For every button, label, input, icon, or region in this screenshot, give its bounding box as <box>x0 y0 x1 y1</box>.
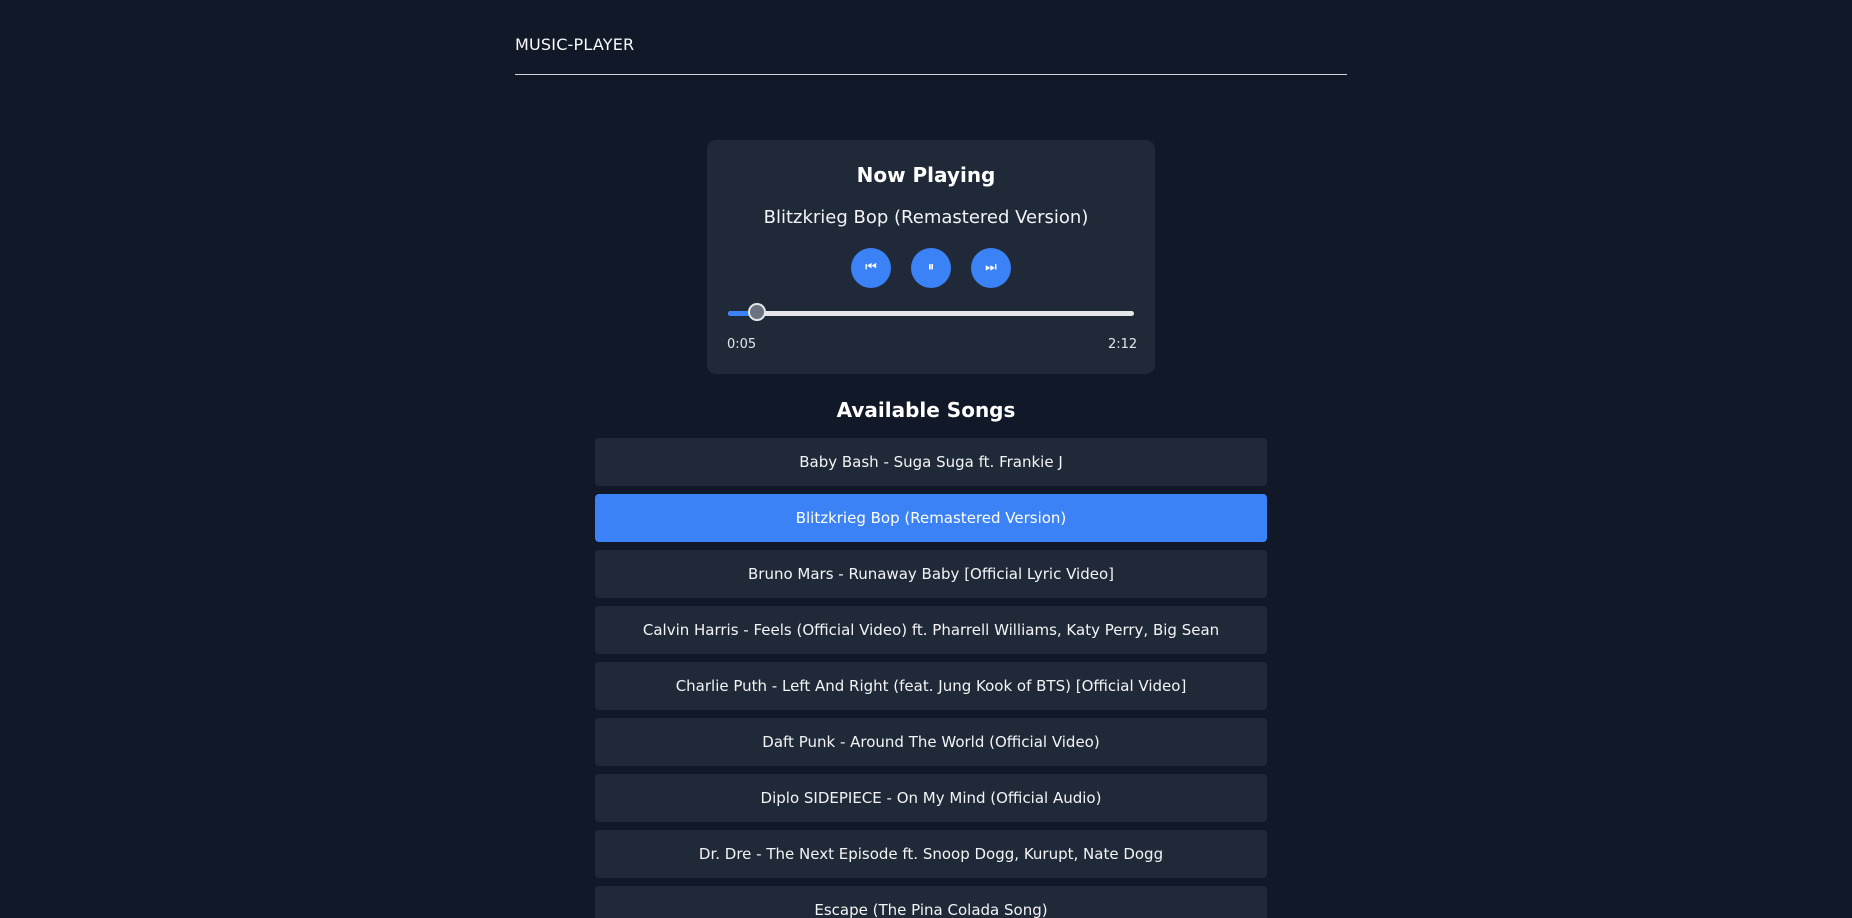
skip-next-icon: ⏭ <box>985 260 997 275</box>
current-song-title: Blitzkrieg Bop (Remastered Version) <box>763 207 1089 228</box>
song-item[interactable]: Baby Bash - Suga Suga ft. Frankie J <box>595 438 1267 486</box>
song-item[interactable]: Bruno Mars - Runaway Baby [Official Lyri… <box>595 550 1267 598</box>
song-item[interactable]: Diplo SIDEPIECE - On My Mind (Official A… <box>595 774 1267 822</box>
seek-slider-thumb[interactable] <box>748 303 766 321</box>
pause-icon: ⏸ <box>927 260 935 275</box>
seek-slider-track[interactable] <box>728 311 1134 316</box>
song-list: Baby Bash - Suga Suga ft. Frankie J Blit… <box>595 438 1267 918</box>
elapsed-time: 0:05 <box>727 337 757 352</box>
skip-previous-icon: ⏮ <box>865 260 877 275</box>
song-item[interactable]: Dr. Dre - The Next Episode ft. Snoop Dog… <box>595 830 1267 878</box>
song-item[interactable]: Escape (The Pina Colada Song) <box>595 886 1267 918</box>
song-item[interactable]: Daft Punk - Around The World (Official V… <box>595 718 1267 766</box>
music-player-app: MUSIC-PLAYER Now Playing Blitzkrieg Bop … <box>0 0 1852 918</box>
song-item[interactable]: Blitzkrieg Bop (Remastered Version) <box>595 494 1267 542</box>
song-item[interactable]: Calvin Harris - Feels (Official Video) f… <box>595 606 1267 654</box>
total-duration: 2:12 <box>1108 337 1138 352</box>
previous-button[interactable]: ⏮ <box>851 248 891 288</box>
now-playing-heading: Now Playing <box>856 163 996 187</box>
pause-button[interactable]: ⏸ <box>911 248 951 288</box>
next-button[interactable]: ⏭ <box>971 248 1011 288</box>
available-songs-heading: Available Songs <box>836 398 1016 422</box>
song-item[interactable]: Charlie Puth - Left And Right (feat. Jun… <box>595 662 1267 710</box>
brand-title: MUSIC-PLAYER <box>515 35 635 54</box>
top-header: MUSIC-PLAYER <box>515 0 1347 75</box>
